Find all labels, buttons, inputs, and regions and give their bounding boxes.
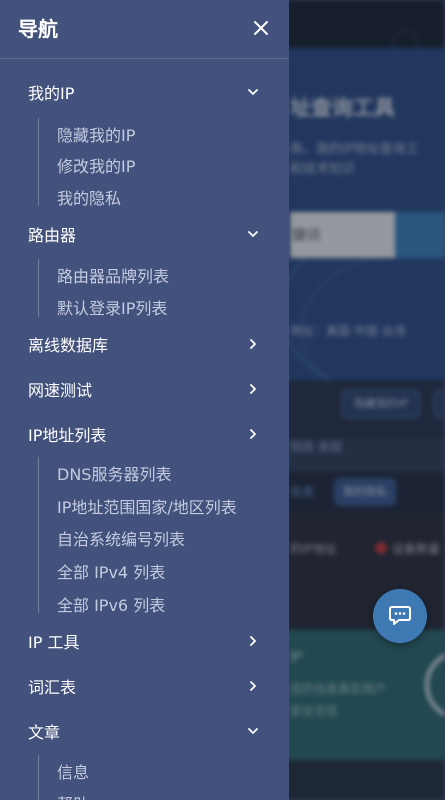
submenu-item-all-ipv6[interactable]: 全部 IPv6 列表	[39, 588, 279, 618]
nav-item-label: 词汇表	[28, 678, 77, 697]
submenu-item-label: 全部 IPv6 列表	[57, 596, 166, 615]
submenu-item-label: 我的隐私	[57, 189, 122, 208]
nav-item-label: 我的IP	[28, 84, 75, 103]
submenu-item-router-brands[interactable]: 路由器品牌列表	[39, 259, 279, 289]
chevron-right-icon	[250, 339, 256, 349]
chevron-right-icon	[250, 384, 256, 394]
chevron-down-icon	[248, 231, 258, 237]
submenu-item-label: DNS服务器列表	[57, 465, 172, 484]
submenu-item-dns-servers[interactable]: DNS服务器列表	[39, 457, 279, 487]
nav-item-label: 文章	[28, 723, 61, 742]
drawer-header: 导航	[0, 0, 289, 59]
chevron-right-icon	[250, 429, 256, 439]
submenu-item-asn-list[interactable]: 自治系统编号列表	[39, 522, 279, 552]
nav-item-glossary[interactable]: 词汇表	[0, 665, 289, 705]
nav-item-my-ip[interactable]: 我的IP	[0, 71, 289, 111]
nav-item-articles[interactable]: 文章	[0, 710, 289, 750]
nav-item-label: 离线数据库	[28, 336, 109, 355]
nav-item-ip-address-list[interactable]: IP地址列表	[0, 413, 289, 453]
chevron-down-icon	[248, 89, 258, 95]
submenu-item-information[interactable]: 信息	[39, 755, 279, 785]
nav-item-label: 网速测试	[28, 381, 93, 400]
submenu-item-label: 默认登录IP列表	[57, 299, 168, 318]
nav-item-offline-database[interactable]: 离线数据库	[0, 323, 289, 363]
submenu-item-hide-my-ip[interactable]: 隐藏我的IP	[39, 118, 279, 148]
drawer-title: 导航	[18, 17, 58, 41]
submenu-item-change-my-ip[interactable]: 修改我的IP	[39, 149, 279, 179]
submenu-item-label: 信息	[57, 763, 90, 782]
close-icon	[254, 21, 268, 35]
nav-item-router[interactable]: 路由器	[0, 213, 289, 253]
nav-item-label: IP 工具	[28, 633, 80, 652]
submenu-item-default-login-ip[interactable]: 默认登录IP列表	[39, 291, 279, 321]
submenu-ip-address-list: DNS服务器列表 IP地址范围国家/地区列表 自治系统编号列表 全部 IPv4 …	[38, 457, 237, 615]
submenu-item-label: 帮助	[57, 791, 89, 800]
chat-button[interactable]	[373, 589, 427, 643]
nav-item-speed-test[interactable]: 网速测试	[0, 368, 289, 408]
nav-item-label: IP地址列表	[28, 426, 107, 445]
nav-item-ip-tools[interactable]: IP 工具	[0, 620, 289, 660]
submenu-item-help[interactable]: 帮助	[39, 787, 279, 800]
chat-bubble-icon	[389, 606, 411, 625]
nav-item-label: 路由器	[28, 226, 77, 245]
chevron-right-icon	[250, 681, 256, 691]
submenu-item-my-privacy[interactable]: 我的隐私	[39, 181, 279, 211]
submenu-item-ip-range-by-country[interactable]: IP地址范围国家/地区列表	[39, 490, 279, 520]
submenu-item-label: IP地址范围国家/地区列表	[57, 498, 237, 517]
navigation-drawer: 导航 我的IP 隐藏我的IP 修改我的IP 我的隐私 路由器 路由器品牌列表 默…	[0, 0, 289, 800]
submenu-item-label: 修改我的IP	[57, 157, 136, 176]
chevron-down-icon	[248, 728, 258, 734]
submenu-router: 路由器品牌列表 默认登录IP列表	[38, 259, 169, 318]
submenu-item-label: 全部 IPv4 列表	[57, 563, 166, 582]
submenu-articles: 信息 帮助	[38, 755, 89, 800]
submenu-item-all-ipv4[interactable]: 全部 IPv4 列表	[39, 555, 279, 585]
chevron-right-icon	[250, 636, 256, 646]
submenu-item-label: 自治系统编号列表	[57, 530, 186, 549]
submenu-item-label: 隐藏我的IP	[57, 126, 136, 145]
submenu-my-ip: 隐藏我的IP 修改我的IP 我的隐私	[38, 118, 135, 208]
close-drawer-button[interactable]	[249, 16, 273, 40]
submenu-item-label: 路由器品牌列表	[57, 267, 170, 286]
